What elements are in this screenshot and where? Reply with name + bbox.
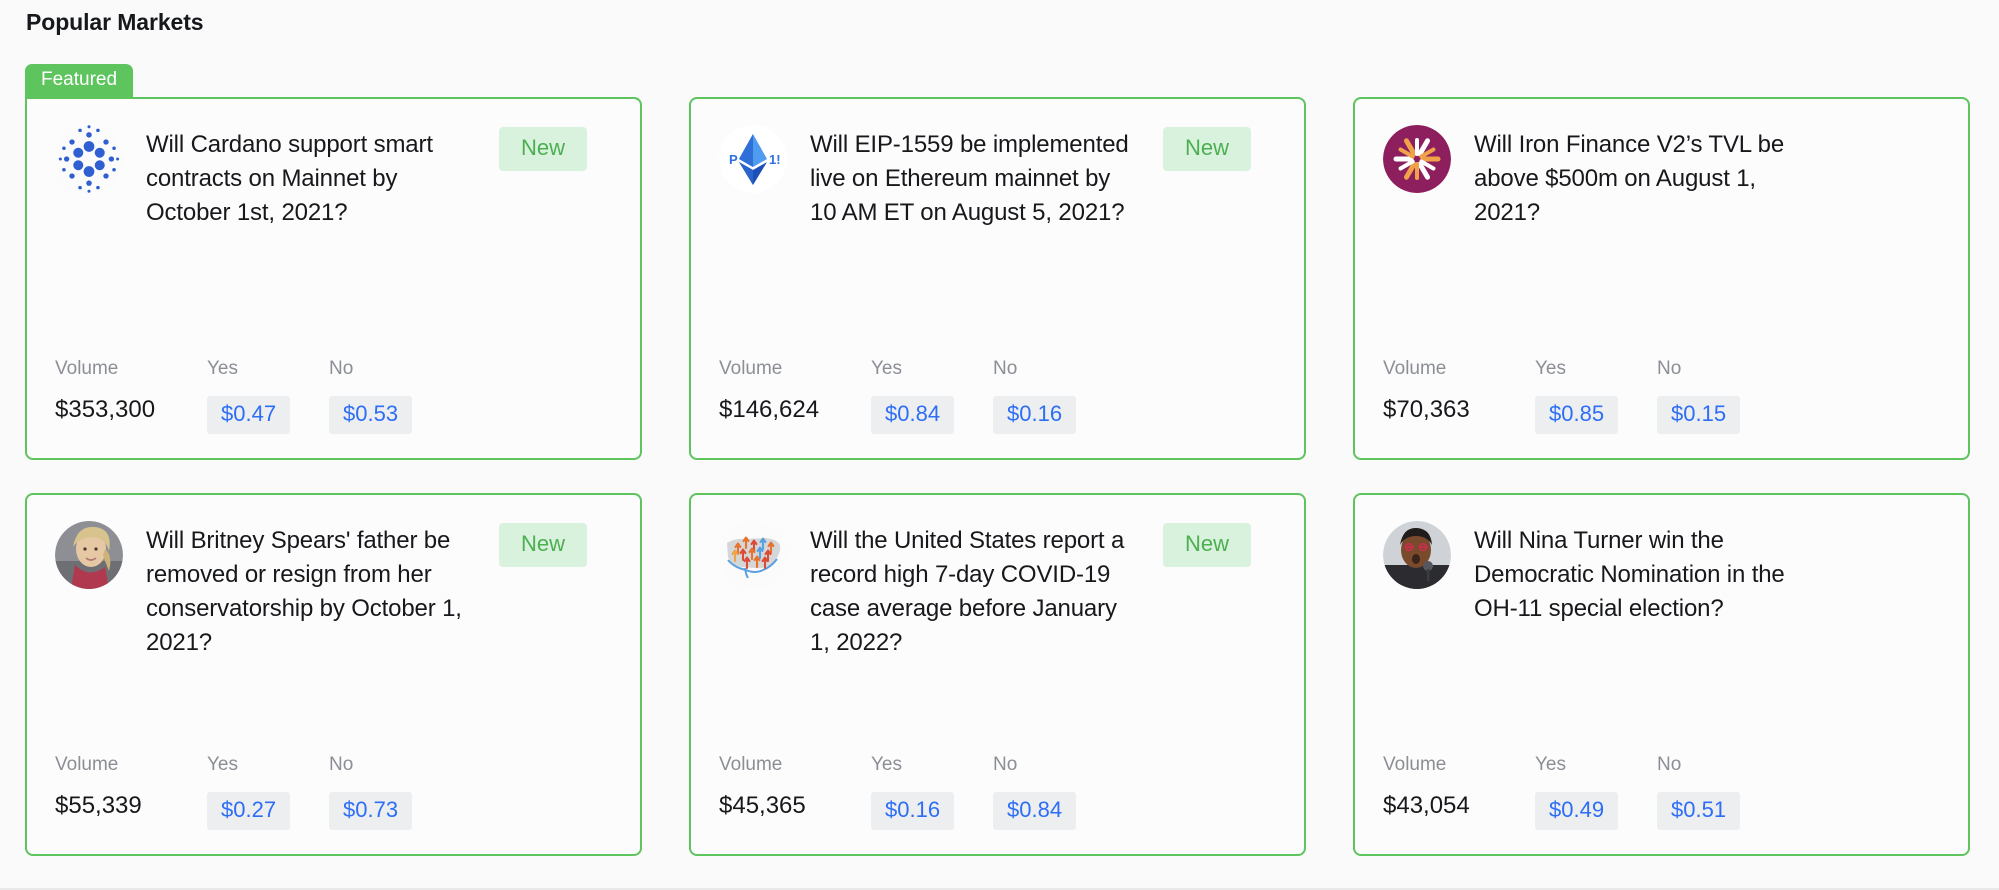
yes-price-button[interactable]: $0.49 — [1535, 792, 1619, 830]
no-label: No — [1657, 358, 1682, 379]
volume-value: $43,054 — [1383, 792, 1470, 819]
yes-label: Yes — [871, 754, 902, 775]
featured-tab[interactable]: Featured — [25, 64, 134, 98]
cardano-logo-icon — [55, 125, 123, 193]
volume-label: Volume — [55, 754, 119, 775]
no-label: No — [329, 358, 354, 379]
market-stats: Volume $55,339 Yes $0.27 No $0.73 — [55, 755, 612, 830]
no-price-button[interactable]: $0.84 — [993, 792, 1077, 830]
market-card[interactable]: Will Iron Finance V2’s TVL be above $500… — [1353, 97, 1970, 460]
iron-finance-logo-icon — [1383, 125, 1451, 193]
no-label: No — [993, 754, 1018, 775]
no-price-button[interactable]: $0.51 — [1657, 792, 1741, 830]
yes-label: Yes — [1535, 754, 1566, 775]
market-question[interactable]: Will Cardano support smart contracts on … — [146, 125, 476, 230]
market-stats: Volume $45,365 Yes $0.16 No $0.84 — [719, 755, 1276, 830]
volume-stat: Volume $43,054 — [1383, 755, 1535, 820]
status-badge-new: New — [499, 523, 588, 568]
volume-value: $70,363 — [1383, 396, 1470, 423]
status-badge-new: New — [1163, 523, 1252, 568]
yes-stat: Yes $0.84 — [871, 359, 993, 434]
market-card[interactable]: P 1! Will EIP-1559 be implemented live o… — [689, 97, 1306, 460]
no-stat: No $0.53 — [329, 358, 413, 434]
no-stat: No $0.84 — [993, 754, 1077, 830]
market-card-header: Will Iron Finance V2’s TVL be above $500… — [1383, 125, 1940, 230]
popular-markets-page: Popular Markets Featured Will Cardano su… — [0, 0, 1999, 890]
volume-stat: Volume $45,365 — [719, 755, 871, 820]
yes-stat: Yes $0.47 — [207, 359, 329, 434]
volume-value: $55,339 — [55, 792, 142, 819]
yes-price-button[interactable]: $0.85 — [1535, 396, 1619, 434]
market-stats: Volume $146,624 Yes $0.84 No $0.16 — [719, 359, 1276, 434]
market-stats: Volume $43,054 Yes $0.49 No $0.51 — [1383, 755, 1940, 830]
market-card-header: Will Nina Turner win the Democratic Nomi… — [1383, 521, 1940, 626]
no-stat: No $0.16 — [993, 358, 1077, 434]
volume-value: $146,624 — [719, 396, 820, 423]
yes-price-button[interactable]: $0.84 — [871, 396, 955, 434]
volume-label: Volume — [719, 754, 783, 775]
britney-spears-avatar-icon — [55, 521, 123, 589]
volume-label: Volume — [1383, 754, 1447, 775]
no-price-button[interactable]: $0.73 — [329, 792, 413, 830]
nina-turner-avatar-icon — [1383, 521, 1451, 589]
market-card[interactable]: Will the United States report a record h… — [689, 493, 1306, 856]
yes-price-button[interactable]: $0.47 — [207, 396, 291, 434]
market-question[interactable]: Will Britney Spears' father be removed o… — [146, 521, 476, 660]
no-stat: No $0.73 — [329, 754, 413, 830]
market-question[interactable]: Will Iron Finance V2’s TVL be above $500… — [1474, 125, 1804, 230]
yes-price-button[interactable]: $0.27 — [207, 792, 291, 830]
us-covid-map-icon — [719, 521, 787, 589]
market-question[interactable]: Will Nina Turner win the Democratic Nomi… — [1474, 521, 1804, 626]
yes-label: Yes — [207, 358, 238, 379]
market-question[interactable]: Will EIP-1559 be implemented live on Eth… — [810, 125, 1140, 230]
market-card[interactable]: Will Cardano support smart contracts on … — [25, 97, 642, 460]
market-card-header: P 1! Will EIP-1559 be implemented live o… — [719, 125, 1276, 230]
market-question[interactable]: Will the United States report a record h… — [810, 521, 1140, 660]
no-label: No — [1657, 754, 1682, 775]
yes-stat: Yes $0.16 — [871, 755, 993, 830]
volume-stat: Volume $70,363 — [1383, 359, 1535, 424]
status-badge-new: New — [499, 127, 588, 172]
yes-stat: Yes $0.85 — [1535, 359, 1657, 434]
ethereum-eip1559-logo-icon: P 1! — [719, 125, 787, 193]
volume-value: $45,365 — [719, 792, 806, 819]
no-stat: No $0.51 — [1657, 754, 1741, 830]
market-card[interactable]: Will Britney Spears' father be removed o… — [25, 493, 642, 856]
yes-price-button[interactable]: $0.16 — [871, 792, 955, 830]
market-card[interactable]: Will Nina Turner win the Democratic Nomi… — [1353, 493, 1970, 856]
volume-label: Volume — [1383, 358, 1447, 379]
volume-label: Volume — [55, 358, 119, 379]
page-title: Popular Markets — [26, 9, 204, 35]
no-price-button[interactable]: $0.15 — [1657, 396, 1741, 434]
market-card-header: Will Cardano support smart contracts on … — [55, 125, 612, 230]
market-stats: Volume $353,300 Yes $0.47 No $0.53 — [55, 359, 612, 434]
no-label: No — [329, 754, 354, 775]
volume-label: Volume — [719, 358, 783, 379]
no-label: No — [993, 358, 1018, 379]
svg-text:P: P — [729, 152, 738, 167]
market-card-header: Will Britney Spears' father be removed o… — [55, 521, 612, 660]
yes-label: Yes — [207, 754, 238, 775]
no-price-button[interactable]: $0.53 — [329, 396, 413, 434]
svg-text:1!: 1! — [769, 152, 781, 167]
volume-stat: Volume $55,339 — [55, 755, 207, 820]
volume-stat: Volume $353,300 — [55, 359, 207, 424]
status-badge-new: New — [1163, 127, 1252, 172]
volume-value: $353,300 — [55, 396, 156, 423]
no-price-button[interactable]: $0.16 — [993, 396, 1077, 434]
market-card-header: Will the United States report a record h… — [719, 521, 1276, 660]
volume-stat: Volume $146,624 — [719, 359, 871, 424]
yes-stat: Yes $0.27 — [207, 755, 329, 830]
markets-grid: Will Cardano support smart contracts on … — [25, 97, 1970, 856]
market-stats: Volume $70,363 Yes $0.85 No $0.15 — [1383, 359, 1940, 434]
no-stat: No $0.15 — [1657, 358, 1741, 434]
yes-stat: Yes $0.49 — [1535, 755, 1657, 830]
yes-label: Yes — [871, 358, 902, 379]
yes-label: Yes — [1535, 358, 1566, 379]
